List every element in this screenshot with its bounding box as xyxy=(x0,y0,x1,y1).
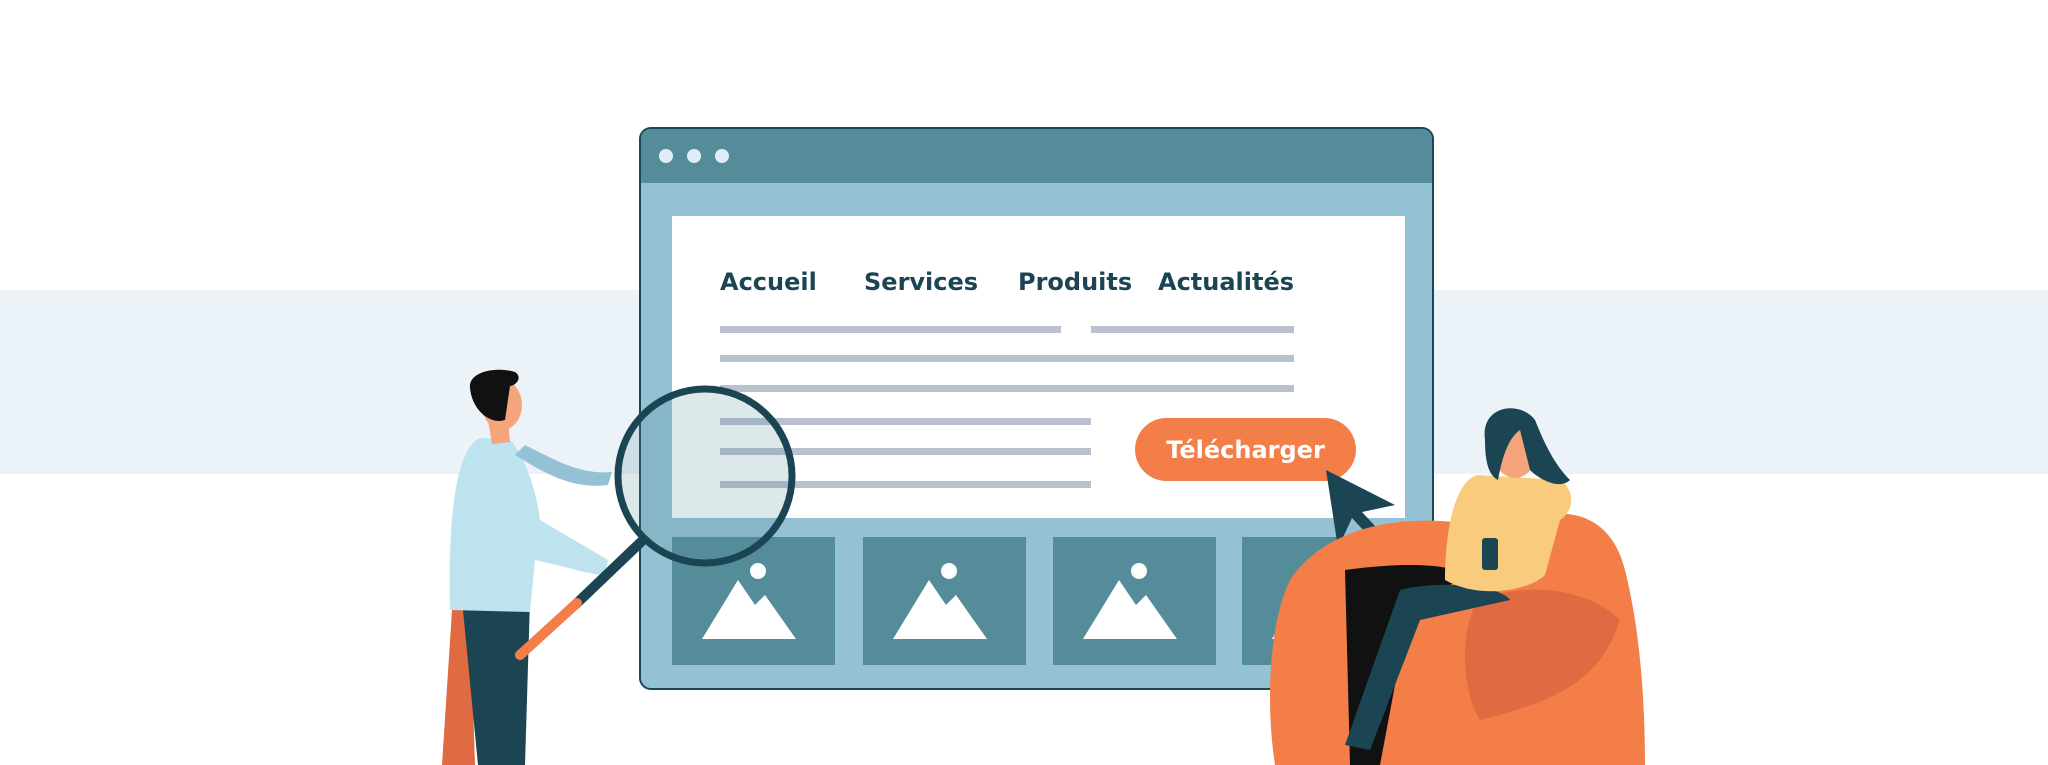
illustration-overlay xyxy=(442,369,1645,765)
woman-figure xyxy=(1270,408,1645,765)
magnifier-icon xyxy=(515,385,796,660)
man-figure xyxy=(442,369,612,765)
